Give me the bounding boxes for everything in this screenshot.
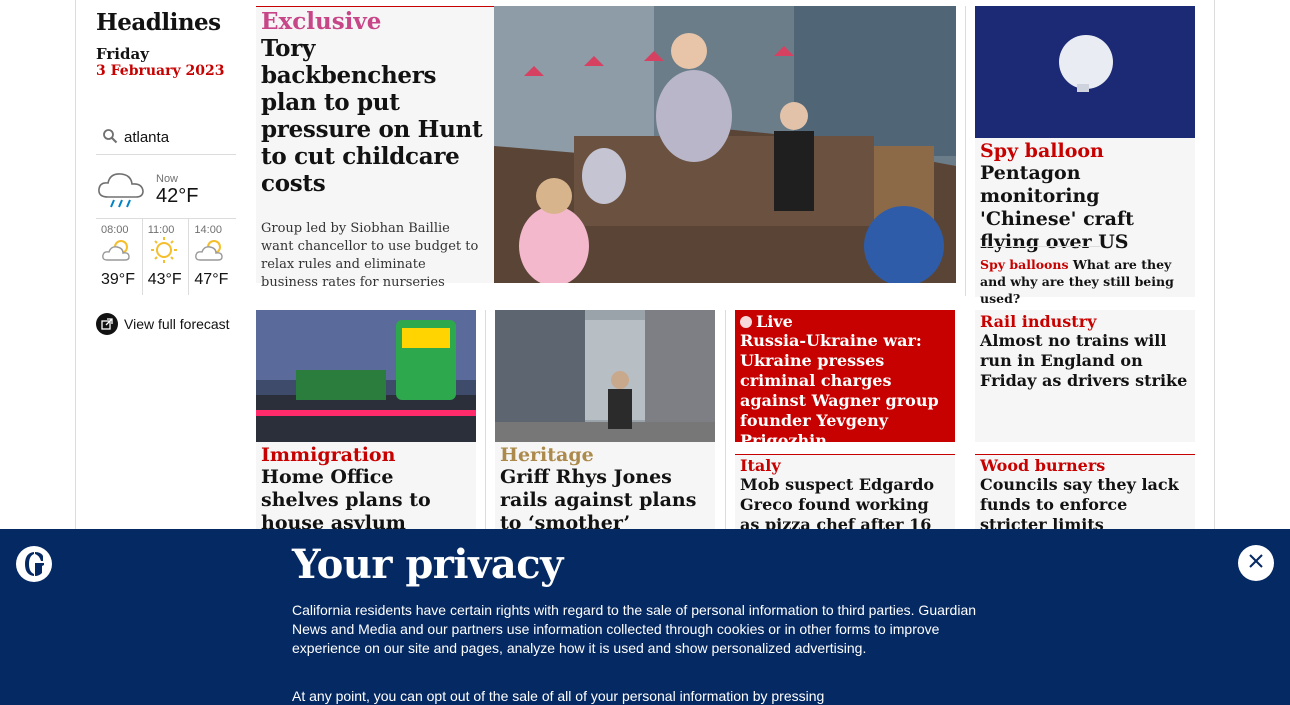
- close-button[interactable]: [1238, 545, 1274, 581]
- heritage-kicker: Heritage: [500, 444, 594, 466]
- forecast-temp: 43°F: [147, 271, 182, 288]
- live-headline[interactable]: Russia-Ukraine war: Ukraine presses crim…: [740, 331, 952, 451]
- balloon-headline[interactable]: Pentagon monitoring 'Chinese' craft flyi…: [980, 162, 1190, 254]
- lead-headline[interactable]: Tory backbenchers plan to put pressure o…: [261, 35, 486, 197]
- privacy-title: Your privacy: [292, 541, 563, 588]
- italy-kicker: Italy: [740, 456, 781, 475]
- rail-headline[interactable]: Almost no trains will run in England on …: [980, 331, 1192, 391]
- immigration-story-card[interactable]: Immigration Home Office shelves plans to…: [256, 310, 476, 580]
- partly-cloudy-icon: [194, 240, 228, 268]
- rail-story-card[interactable]: Rail industry Almost no trains will run …: [975, 310, 1195, 442]
- immigration-kicker: Immigration: [261, 444, 396, 466]
- wood-headline[interactable]: Councils say they lack funds to enforce …: [980, 475, 1192, 535]
- weather-search: [96, 128, 236, 155]
- search-icon: [102, 128, 118, 148]
- rail-kicker: Rail industry: [980, 312, 1097, 331]
- forecast-item: 14:00 47°F: [189, 219, 236, 295]
- balloon-story-card[interactable]: Spy balloon Pentagon monitoring 'Chinese…: [975, 6, 1195, 306]
- privacy-text-optout: At any point, you can opt out of the sal…: [292, 688, 825, 704]
- rain-cloud-icon: [96, 167, 148, 215]
- column-divider: [965, 6, 966, 296]
- view-full-forecast-link[interactable]: View full forecast: [96, 313, 236, 335]
- headlines-sidebar: Headlines Friday 3 February 2023 Now 42°…: [96, 0, 236, 335]
- live-kicker: Live: [756, 312, 793, 331]
- forecast-temp: 47°F: [194, 271, 229, 288]
- lead-image[interactable]: [494, 6, 956, 283]
- external-link-icon: [96, 313, 118, 335]
- forecast-item: 11:00 43°F: [143, 219, 190, 295]
- forecast-time: 11:00: [147, 224, 175, 236]
- card-rule: [975, 454, 1195, 455]
- location-input[interactable]: [124, 129, 234, 146]
- lead-story-card[interactable]: Exclusive Tory backbenchers plan to put …: [256, 6, 956, 290]
- live-dot-icon: [740, 315, 752, 328]
- heritage-story-card[interactable]: Heritage Griff Rhys Jones rails against …: [495, 310, 715, 557]
- italy-story-card[interactable]: Italy Mob suspect Edgardo Greco found wo…: [735, 454, 955, 554]
- balloon-image[interactable]: [975, 6, 1195, 138]
- lead-kicker: Exclusive: [261, 8, 382, 35]
- now-temperature: 42°F: [156, 185, 199, 207]
- weather-now: Now 42°F: [96, 163, 236, 219]
- date-full: 3 February 2023: [96, 63, 225, 79]
- card-rule: [735, 454, 955, 455]
- full-forecast-label: View full forecast: [124, 316, 230, 332]
- forecast-time: 08:00: [101, 224, 129, 236]
- heritage-image[interactable]: [495, 310, 715, 442]
- close-icon: [1248, 553, 1264, 573]
- privacy-banner: Your privacy California residents have c…: [0, 529, 1290, 705]
- partly-cloudy-icon: [101, 240, 135, 268]
- now-label: Now: [156, 173, 179, 185]
- forecast-time: 14:00: [194, 224, 222, 236]
- guardian-logo-icon: [16, 546, 52, 582]
- balloon-kicker: Spy balloon: [980, 140, 1104, 162]
- live-story-card[interactable]: Live Russia-Ukraine war: Ukraine presses…: [735, 310, 955, 450]
- balloon-sublink[interactable]: Spy balloons What are they and why are t…: [980, 256, 1190, 307]
- lead-standfirst: Group led by Siobhan Baillie want chance…: [261, 221, 479, 290]
- privacy-text: California residents have certain rights…: [292, 602, 977, 656]
- wood-kicker: Wood burners: [980, 456, 1106, 475]
- wood-burners-story-card[interactable]: Wood burners Councils say they lack fund…: [975, 454, 1195, 534]
- sublink-kicker: Spy balloons: [980, 257, 1069, 272]
- column-divider: [725, 310, 726, 529]
- sublink-rule: [980, 246, 1100, 247]
- sun-icon: [148, 237, 182, 268]
- column-divider: [485, 310, 486, 529]
- forecast-item: 08:00 39°F: [96, 219, 143, 295]
- section-title: Headlines: [96, 9, 221, 36]
- hourly-forecast: 08:00 39°F 11:00 43°F 14:00 47°F: [96, 219, 236, 295]
- date-day: Friday: [96, 45, 149, 63]
- forecast-temp: 39°F: [101, 271, 135, 288]
- immigration-image[interactable]: [256, 310, 476, 442]
